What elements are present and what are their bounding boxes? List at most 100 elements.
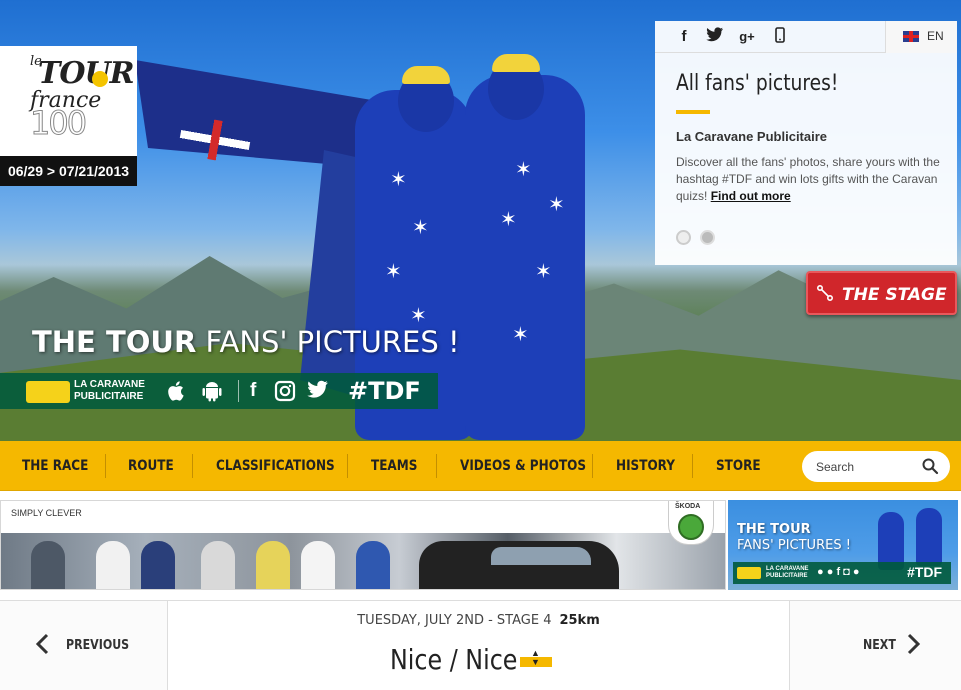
- info-title: All fans' pictures!: [676, 71, 839, 96]
- chevron-left-icon: [34, 633, 50, 660]
- promo-caravane-line-2: PUBLICITAIRE: [766, 573, 808, 579]
- star-icon: ✶: [412, 217, 429, 239]
- promo-caravane-line-1: LA CARAVANE: [766, 566, 809, 572]
- slide-dot-active[interactable]: [700, 230, 715, 245]
- cyclists-photo: [1, 533, 725, 589]
- language-label: EN: [927, 29, 944, 43]
- nav-separator: [692, 454, 693, 478]
- twitter-icon[interactable]: [705, 27, 725, 47]
- android-icon: ●: [826, 566, 834, 578]
- race-dates: 06/29 > 07/21/2013: [0, 156, 137, 186]
- logo-tour-text: TOUR: [38, 56, 135, 91]
- hero-headline-bold: THE TOUR: [32, 325, 197, 359]
- nav-separator: [436, 454, 437, 478]
- promo-social-icons: ● ● f ◘ ●: [817, 566, 860, 578]
- info-panel: f g+ EN All fans' pictures! La Caravane …: [655, 21, 957, 265]
- rider: [96, 541, 130, 589]
- nav-item-classifications[interactable]: CLASSIFICATIONS: [216, 441, 335, 491]
- caravane-truck-icon: [26, 381, 70, 403]
- nav-separator: [347, 454, 348, 478]
- language-selector[interactable]: EN: [885, 21, 957, 53]
- next-stage-button[interactable]: NEXT: [789, 601, 961, 690]
- instagram-icon: ◘: [843, 566, 850, 578]
- hashtag-tdf: #TDF: [348, 377, 421, 405]
- info-subtitle: La Caravane Publicitaire: [676, 129, 828, 144]
- yellow-cap: [402, 66, 450, 84]
- stage-selector-toggle[interactable]: ▲ ▼: [520, 649, 552, 667]
- facebook-icon[interactable]: f: [250, 380, 256, 402]
- nav-separator: [192, 454, 193, 478]
- nav-item-store[interactable]: STORE: [716, 441, 761, 491]
- search-input[interactable]: [816, 458, 916, 475]
- rider: [141, 541, 175, 589]
- star-icon: ✶: [512, 324, 529, 346]
- facebook-icon[interactable]: f: [674, 27, 694, 47]
- fans-pictures-promo[interactable]: THE TOUR FANS' PICTURES ! LA CARAVANE PU…: [728, 500, 958, 590]
- instagram-icon[interactable]: [274, 380, 296, 408]
- nav-item-videos-photos[interactable]: VIDEOS & PHOTOS: [460, 441, 586, 491]
- page: ✶ ✶ ✶ ✶ ✶ ✶ ✶ ✶ ✶ le TOUR france 100 06/…: [0, 0, 961, 690]
- search-box[interactable]: [802, 451, 950, 482]
- promo-caravane-label: LA CARAVANE PUBLICITAIRE: [766, 566, 809, 580]
- nav-separator: [592, 454, 593, 478]
- previous-label: PREVIOUS: [66, 638, 130, 653]
- promo-title: THE TOUR FANS' PICTURES !: [737, 522, 851, 554]
- stage-date: TUESDAY, JULY 2ND - STAGE 4: [357, 613, 552, 628]
- nav-item-teams[interactable]: TEAMS: [371, 441, 417, 491]
- stage-navigation: PREVIOUS TUESDAY, JULY 2ND - STAGE 4 25km…: [0, 600, 961, 690]
- nav-item-the-race[interactable]: THE RACE: [22, 441, 88, 491]
- the-stage-button[interactable]: THE STAGE: [806, 271, 957, 315]
- caravane-line-2: PUBLICITAIRE: [74, 391, 144, 402]
- promo-hashtag: #TDF: [907, 564, 942, 580]
- star-icon: ✶: [410, 305, 427, 327]
- rider: [301, 541, 335, 589]
- main-nav: THE RACE ROUTE CLASSIFICATIONS TEAMS VID…: [0, 441, 961, 491]
- slide-dot[interactable]: [676, 230, 691, 245]
- promo-title-rest: FANS' PICTURES !: [737, 538, 851, 553]
- hero-headline-rest: FANS' PICTURES !: [205, 325, 460, 359]
- google-plus-icon[interactable]: g+: [737, 27, 757, 47]
- caravane-truck-icon: [737, 567, 761, 579]
- twitter-icon[interactable]: [307, 380, 329, 406]
- tour-de-france-logo[interactable]: le TOUR france 100: [0, 46, 137, 156]
- find-out-more-link[interactable]: Find out more: [711, 189, 791, 203]
- title-underline: [676, 110, 710, 114]
- mobile-icon[interactable]: [770, 27, 790, 47]
- car-window: [491, 547, 591, 565]
- hero-banner[interactable]: ✶ ✶ ✶ ✶ ✶ ✶ ✶ ✶ ✶ le TOUR france 100 06/…: [0, 0, 961, 441]
- previous-stage-button[interactable]: PREVIOUS: [0, 601, 168, 690]
- rider: [201, 541, 235, 589]
- sort-arrows-icon: ▲ ▼: [531, 648, 540, 667]
- logo-yellow-dot: [92, 71, 108, 87]
- fan-figure: [916, 508, 942, 566]
- skoda-brand: ŠKODA: [675, 503, 701, 510]
- stage-date-info: TUESDAY, JULY 2ND - STAGE 4 25km: [168, 613, 789, 628]
- star-icon: ✶: [385, 261, 402, 283]
- hero-headline: THE TOUR FANS' PICTURES !: [32, 325, 460, 359]
- star-icon: ✶: [515, 159, 532, 181]
- nav-item-history[interactable]: HISTORY: [616, 441, 675, 491]
- divider: [238, 380, 239, 402]
- logo-100-text: 100: [29, 104, 87, 143]
- apple-icon: [168, 380, 186, 408]
- nav-separator: [105, 454, 106, 478]
- search-icon[interactable]: [921, 457, 939, 475]
- chevron-right-icon: [906, 633, 922, 660]
- the-stage-label: THE STAGE: [842, 285, 947, 305]
- promo-title-bold: THE TOUR: [737, 522, 811, 537]
- star-icon: ✶: [535, 261, 552, 283]
- promo-icons-text: f: [836, 566, 841, 578]
- caravane-bar: LA CARAVANE PUBLICITAIRE f #TDF: [0, 373, 438, 409]
- social-bar: f g+ EN: [655, 21, 957, 53]
- rider: [356, 541, 390, 589]
- promo-caravane-bar: LA CARAVANE PUBLICITAIRE ● ● f ◘ ● #TDF: [733, 562, 951, 584]
- sponsor-header: SIMPLY CLEVER: [1, 501, 725, 533]
- stage-distance: 25km: [559, 613, 600, 628]
- fan-figure: [465, 75, 585, 440]
- nav-item-route[interactable]: ROUTE: [128, 441, 174, 491]
- skoda-sponsor-banner[interactable]: SIMPLY CLEVER ŠKODA: [0, 500, 726, 590]
- route-icon: [816, 284, 834, 302]
- star-icon: ✶: [390, 169, 407, 191]
- apple-icon: ●: [817, 566, 824, 578]
- rider: [256, 541, 290, 589]
